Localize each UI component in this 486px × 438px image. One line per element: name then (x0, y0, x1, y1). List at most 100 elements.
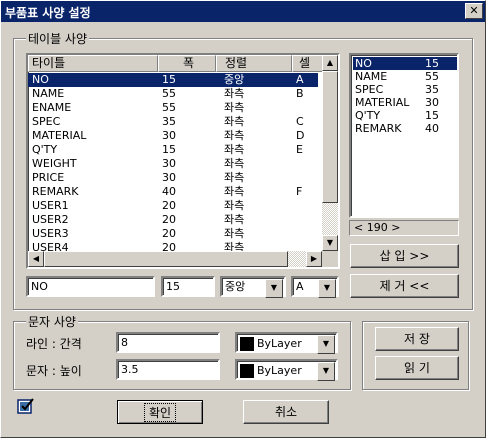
remove-button[interactable]: 제 거 << (350, 274, 459, 298)
vertical-scrollbar[interactable]: ▲ ▼ (322, 55, 338, 251)
table-row[interactable]: USER2 20 좌측 (28, 213, 318, 227)
align-select[interactable]: 중앙 ▼ (220, 276, 286, 298)
row-width: 20 (162, 227, 176, 240)
color-swatch (240, 364, 254, 378)
vertical-scroll-thumb[interactable] (322, 71, 338, 203)
line-gap-input[interactable]: 8 (116, 332, 220, 353)
row-title: PRICE (32, 171, 65, 184)
list-item[interactable]: SPEC 35 (353, 83, 457, 96)
header-title[interactable]: 타이틀 (28, 55, 158, 72)
chevron-down-icon[interactable]: ▼ (317, 335, 335, 354)
table-row[interactable]: MATERIAL 30 좌측 D (28, 129, 318, 143)
width-input[interactable]: 15 (161, 276, 215, 297)
scroll-right-button[interactable]: ▶ (306, 251, 322, 267)
text-height-input[interactable]: 3.5 (116, 359, 220, 380)
chevron-down-icon[interactable]: ▼ (317, 362, 335, 381)
close-icon: ✕ (469, 4, 479, 17)
list-item-title: Q'TY (355, 109, 381, 122)
list-item-title: REMARK (355, 122, 402, 135)
scroll-up-button[interactable]: ▲ (322, 55, 338, 71)
scroll-corner (322, 251, 338, 267)
title-input[interactable]: NO (26, 276, 155, 297)
row-cell: E (296, 143, 303, 156)
color-swatch (240, 337, 254, 351)
row-title: SPEC (32, 115, 61, 128)
list-item-width: 35 (425, 83, 439, 96)
row-title: WEIGHT (32, 157, 77, 170)
row-title: USER1 (32, 199, 69, 212)
table-row[interactable]: USER1 20 좌측 (28, 199, 318, 213)
row-title: ENAME (32, 101, 72, 114)
list-item[interactable]: NO 15 (353, 57, 457, 70)
row-align: 좌측 (224, 115, 245, 128)
row-align: 좌측 (224, 213, 245, 226)
row-align: 좌측 (224, 101, 245, 114)
column-list-viewport: 타이틀 폭 정렬 셀 NO 15 중앙 A NAME 55 좌측 B ENAME 55 좌측 SPEC… (28, 55, 322, 251)
list-item[interactable]: REMARK 40 (353, 122, 457, 135)
line-gap-label: 라인 : 간격 (26, 337, 82, 351)
close-button[interactable]: ✕ (465, 3, 483, 19)
list-item-title: MATERIAL (355, 96, 410, 109)
row-cell: A (296, 73, 304, 86)
text-color-select[interactable]: ByLayer ▼ (235, 359, 338, 381)
total-width-display: < 190 > (349, 220, 459, 236)
table-row[interactable]: SPEC 35 좌측 C (28, 115, 318, 129)
table-row[interactable]: NAME 55 좌측 B (28, 87, 318, 101)
row-cell: C (296, 115, 304, 128)
arrow-up-icon: ▲ (326, 58, 334, 67)
table-row[interactable]: NO 15 중앙 A (28, 73, 318, 87)
horizontal-scroll-thumb[interactable] (44, 251, 288, 267)
cancel-button[interactable]: 취소 (243, 400, 329, 424)
table-row[interactable]: ENAME 55 좌측 (28, 101, 318, 115)
table-row[interactable]: PRICE 30 좌측 (28, 171, 318, 185)
arrow-down-icon: ▼ (326, 238, 334, 247)
list-item[interactable]: Q'TY 15 (353, 109, 457, 122)
table-row[interactable]: REMARK 40 좌측 F (28, 185, 318, 199)
row-align: 중앙 (224, 73, 245, 86)
row-align: 좌측 (224, 199, 245, 212)
row-align: 좌측 (224, 185, 245, 198)
table-row[interactable]: Q'TY 15 좌측 E (28, 143, 318, 157)
row-width: 30 (162, 171, 176, 184)
read-button[interactable]: 읽 기 (375, 356, 459, 380)
chevron-down-icon[interactable]: ▼ (318, 279, 336, 298)
row-width: 40 (162, 185, 176, 198)
list-item-width: 15 (425, 57, 439, 70)
row-align: 좌측 (224, 157, 245, 170)
cell-select[interactable]: A ▼ (291, 276, 339, 298)
column-list[interactable]: 타이틀 폭 정렬 셀 NO 15 중앙 A NAME 55 좌측 B ENAME 55 좌측 SPEC… (26, 53, 340, 269)
row-align: 좌측 (224, 227, 245, 240)
window-title: 부품표 사양 설정 (5, 6, 91, 20)
chevron-down-icon[interactable]: ▼ (265, 279, 283, 298)
header-align[interactable]: 정렬 (216, 55, 292, 72)
list-item-width: 30 (425, 96, 439, 109)
list-item[interactable]: MATERIAL 30 (353, 96, 457, 109)
row-width: 55 (162, 87, 176, 100)
row-align: 좌측 (224, 241, 245, 251)
line-color-select[interactable]: ByLayer ▼ (235, 332, 338, 354)
scroll-down-button[interactable]: ▼ (322, 235, 338, 251)
scroll-left-button[interactable]: ◀ (28, 251, 44, 267)
header-width[interactable]: 폭 (158, 55, 216, 72)
table-spec-label: 테이블 사양 (26, 30, 90, 47)
list-item-title: NO (355, 57, 372, 70)
table-row[interactable]: USER3 20 좌측 (28, 227, 318, 241)
row-title: NO (32, 73, 49, 86)
row-width: 20 (162, 213, 176, 226)
row-title: USER2 (32, 213, 69, 226)
arrow-right-icon: ▶ (310, 254, 318, 263)
help-icon[interactable] (17, 397, 35, 415)
horizontal-scrollbar[interactable]: ◀ ▶ (28, 251, 322, 267)
row-align: 좌측 (224, 129, 245, 142)
ok-button[interactable]: 확인 (117, 400, 203, 424)
table-row[interactable]: USER4 20 좌측 (28, 241, 318, 251)
insert-button[interactable]: 삽 입 >> (350, 244, 459, 268)
row-title: NAME (32, 87, 65, 100)
ok-label: 확인 (143, 403, 177, 422)
list-item-width: 15 (425, 109, 439, 122)
selected-columns-list[interactable]: NO 15 NAME 55 SPEC 35 MATERIAL 30 Q'TY 15 REMARK 40 (349, 53, 459, 218)
header-cell[interactable]: 셀 (292, 55, 322, 72)
save-button[interactable]: 저 장 (375, 327, 459, 351)
table-row[interactable]: WEIGHT 30 좌측 (28, 157, 318, 171)
list-item[interactable]: NAME 55 (353, 70, 457, 83)
